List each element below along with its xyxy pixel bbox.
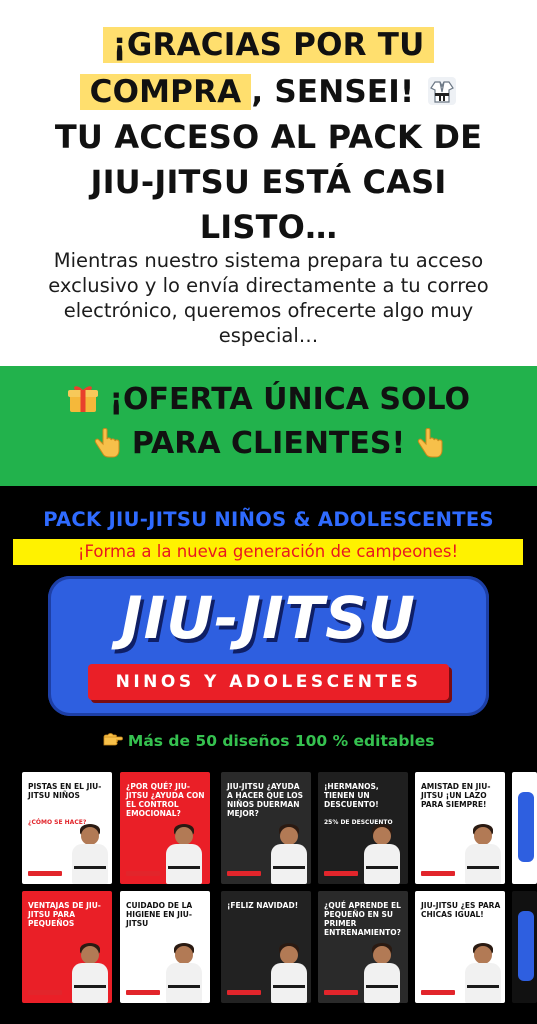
post-thumbnail: ¿POR QUÉ? JIU-JITSU ¿AYUDA CON EL CONTRO… [120,772,210,884]
post-thumbnail-tag [227,871,261,876]
gift-icon [67,382,99,425]
post-thumbnail-title: ¿POR QUÉ? JIU-JITSU ¿AYUDA CON EL CONTRO… [126,782,205,818]
post-thumbnail-tag [227,990,261,995]
post-thumbnail-title: VENTAJAS DE JIU-JITSU PARA PEQUEÑOS [28,901,101,928]
hero-line-1: ¡GRACIAS POR TU [0,25,537,65]
logo-band: NINOS Y ADOLESCENTES [88,664,449,700]
kid-figure [362,943,402,1003]
post-thumbnail-tag [28,871,62,876]
logo-band-text: NINOS Y ADOLESCENTES [115,672,422,692]
post-thumbnail: ¿QUÉ APRENDE EL PEQUEÑO EN SU PRIMER ENT… [318,891,408,1003]
hero-line-2-highlight: COMPRA [79,74,252,110]
hero-subtitle-line-1: Mientras nuestro sistema prepara tu acce… [53,249,484,272]
kid-figure [463,943,503,1003]
kid-figure [269,943,309,1003]
hero-subtitle: Mientras nuestro sistema prepara tu acce… [0,248,537,348]
kid-figure [269,824,309,884]
post-thumbnail-title: PISTAS EN EL JIU-JITSU NIÑOS [28,782,102,800]
offer-line-2: PARA CLIENTES! [0,424,537,469]
post-thumbnail-title: ¿QUÉ APRENDE EL PEQUEÑO EN SU PRIMER ENT… [324,901,401,937]
hero-subtitle-line-3: electrónico, queremos ofrecerte algo muy [63,299,474,322]
hero-line-1-highlight: ¡GRACIAS POR TU [102,27,435,63]
post-thumbnail: VENTAJAS DE JIU-JITSU PARA PEQUEÑOS [22,891,112,1003]
hero-line-2-rest: , SENSEI! [251,74,415,110]
kid-figure [70,824,110,884]
kid-figure [164,824,204,884]
martial-arts-uniform-icon [427,76,457,106]
pack-subtitle: ¡Forma a la nueva generación de campeone… [13,539,523,565]
designs-count: Más de 50 diseños 100 % editables [0,732,537,750]
hero-line-4: JIU-JITSU ESTÁ CASI [90,163,447,201]
kid-figure [463,824,503,884]
post-thumbnail: ¡FELIZ NAVIDAD! [221,891,311,1003]
post-thumbnail-title: CUIDADO DE LA HIGIENE EN JIU-JITSU [126,901,193,928]
post-thumbnail-tag [421,871,455,876]
post-thumbnail-tag [126,871,160,876]
post-thumbnail: JIU-JITSU ¿AYUDA A HACER QUE LOS NIÑOS D… [221,772,311,884]
offer-line-1-text: ¡OFERTA ÚNICA SOLO [109,382,471,417]
post-thumbnail-title: ¡HERMANOS, TIENEN UN DESCUENTO! [324,782,379,809]
post-thumbnail-tag [126,990,160,995]
post-thumbnail-tag [324,871,358,876]
hero-subtitle-line-2: exclusivo y lo envía directamente a tu c… [48,274,489,297]
kid-figure [70,943,110,1003]
thank-you-hero: ¡GRACIAS POR TU COMPRA, SENSEI! TU ACCES… [0,0,537,366]
post-thumbnail-title: AMISTAD EN JIU-JITSU ¡UN LAZO PARA SIEMP… [421,782,491,809]
hero-subtitle-line-4: especial… [218,324,319,347]
hero-line-3: TU ACCESO AL PACK DE [54,118,483,156]
post-thumbnail-tag [324,990,358,995]
post-thumbnail-partial [512,772,537,884]
post-thumbnail: JIU-JITSU ¿ES PARA CHICAS IGUAL! [415,891,505,1003]
kid-figure [362,824,402,884]
hero-line-5: LISTO… [199,208,338,246]
post-thumbnail: CUIDADO DE LA HIGIENE EN JIU-JITSU [120,891,210,1003]
post-thumbnail-partial [512,891,537,1003]
offer-line-2-text: PARA CLIENTES! [131,426,406,461]
logo-title: JIU-JITSU [121,584,416,652]
offer-line-1: ¡OFERTA ÚNICA SOLO [0,380,537,425]
jiu-jitsu-logo: JIU-JITSU NINOS Y ADOLESCENTES [48,576,489,716]
post-thumbnail-tag [28,990,62,995]
pack-section: PACK JIU-JITSU NIÑOS & ADOLESCENTES ¡For… [0,486,537,1024]
post-thumbnail-title: JIU-JITSU ¿AYUDA A HACER QUE LOS NIÑOS D… [227,782,303,818]
post-thumbnail: ¡HERMANOS, TIENEN UN DESCUENTO! 25% DE DE… [318,772,408,884]
designs-count-text: Más de 50 diseños 100 % editables [127,732,435,750]
post-thumbnail-title: JIU-JITSU ¿ES PARA CHICAS IGUAL! [421,901,501,919]
post-thumbnail: PISTAS EN EL JIU-JITSU NIÑOS ¿CÓMO SE HAC… [22,772,112,884]
post-thumbnail-tag [421,990,455,995]
pointing-down-icon [416,428,444,469]
pack-title: PACK JIU-JITSU NIÑOS & ADOLESCENTES [43,508,494,531]
hero-line-2: COMPRA, SENSEI! [0,72,537,112]
kid-figure [164,943,204,1003]
offer-banner: ¡OFERTA ÚNICA SOLO PARA CLIENTES! [0,366,537,486]
pointing-right-icon [103,732,128,750]
pointing-down-icon [93,428,121,469]
post-thumbnail: AMISTAD EN JIU-JITSU ¡UN LAZO PARA SIEMP… [415,772,505,884]
post-thumbnail-title: ¡FELIZ NAVIDAD! [227,901,299,910]
